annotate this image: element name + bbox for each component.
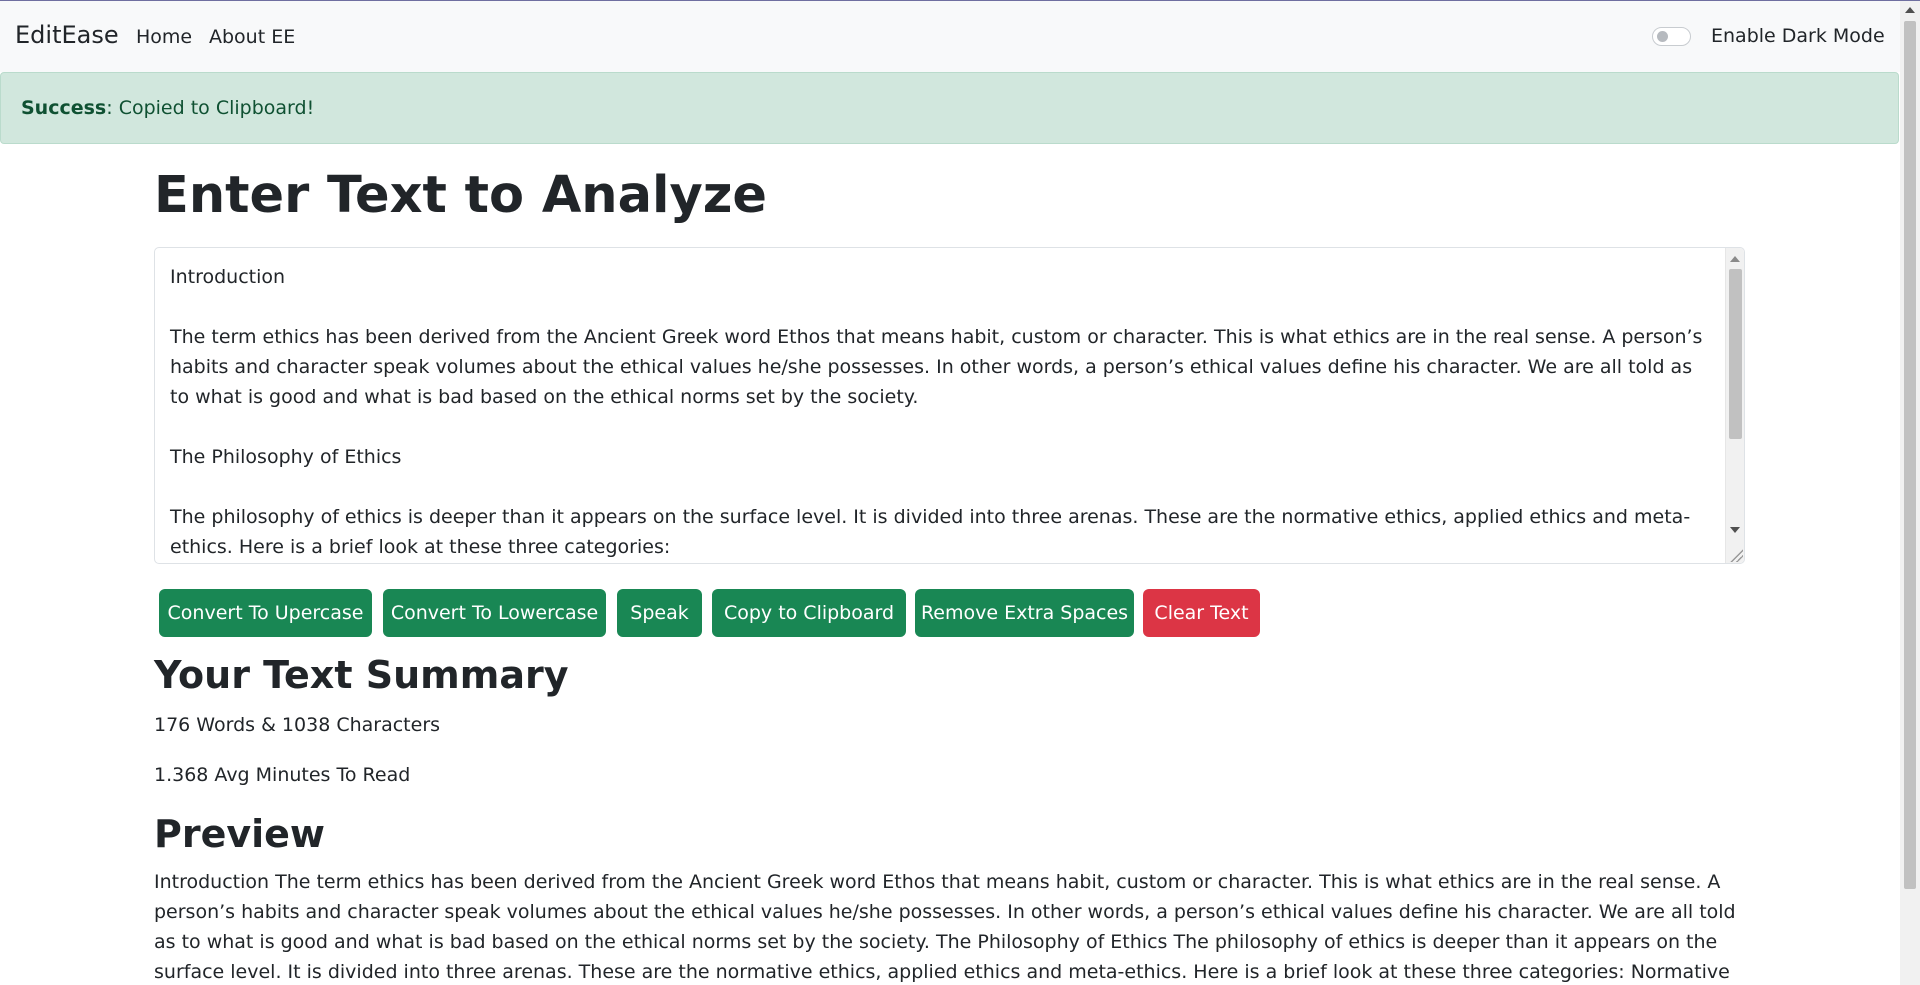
scroll-down-arrow-icon[interactable] bbox=[1730, 527, 1740, 533]
navbar: EditEase Home About EE Enable Dark Mode bbox=[0, 1, 1900, 72]
alert-message: : Copied to Clipboard! bbox=[106, 97, 315, 119]
remove-extra-spaces-button[interactable]: Remove Extra Spaces bbox=[915, 589, 1134, 637]
text-input-content[interactable]: Introduction The term ethics has been de… bbox=[170, 262, 1710, 562]
page-title: Enter Text to Analyze bbox=[154, 166, 768, 225]
clear-text-button[interactable]: Clear Text bbox=[1143, 589, 1260, 637]
text-input-area[interactable]: Introduction The term ethics has been de… bbox=[154, 247, 1745, 564]
preview-heading: Preview bbox=[154, 812, 326, 856]
alert-text: Success: Copied to Clipboard! bbox=[21, 97, 314, 119]
word-character-count: 176 Words & 1038 Characters bbox=[154, 714, 441, 736]
resize-grip-icon[interactable] bbox=[1729, 548, 1743, 562]
convert-uppercase-button[interactable]: Convert To Upercase bbox=[159, 589, 372, 637]
textarea-scrollbar[interactable] bbox=[1725, 248, 1744, 563]
page-scrollbar[interactable] bbox=[1900, 1, 1920, 985]
convert-lowercase-button[interactable]: Convert To Lowercase bbox=[383, 589, 606, 637]
copy-clipboard-button[interactable]: Copy to Clipboard bbox=[712, 589, 906, 637]
success-alert: Success: Copied to Clipboard! bbox=[0, 72, 1899, 144]
page: EditEase Home About EE Enable Dark Mode … bbox=[0, 0, 1920, 985]
preview-text: Introduction The term ethics has been de… bbox=[154, 871, 1736, 983]
summary-heading: Your Text Summary bbox=[154, 653, 569, 697]
alert-strong: Success bbox=[21, 97, 107, 119]
nav-link-about[interactable]: About EE bbox=[209, 26, 295, 48]
dark-mode-label[interactable]: Enable Dark Mode bbox=[1711, 25, 1885, 47]
toggle-knob-icon bbox=[1657, 31, 1668, 42]
nav-link-home[interactable]: Home bbox=[136, 26, 192, 48]
dark-mode-toggle[interactable] bbox=[1652, 27, 1691, 46]
brand-logo[interactable]: EditEase bbox=[15, 21, 119, 49]
read-time: 1.368 Avg Minutes To Read bbox=[154, 764, 411, 786]
page-scroll-up-arrow-icon[interactable] bbox=[1905, 7, 1915, 13]
speak-button[interactable]: Speak bbox=[617, 589, 702, 637]
textarea-scroll-thumb[interactable] bbox=[1729, 269, 1742, 439]
page-scroll-thumb[interactable] bbox=[1904, 21, 1916, 889]
scroll-up-arrow-icon[interactable] bbox=[1730, 256, 1740, 262]
